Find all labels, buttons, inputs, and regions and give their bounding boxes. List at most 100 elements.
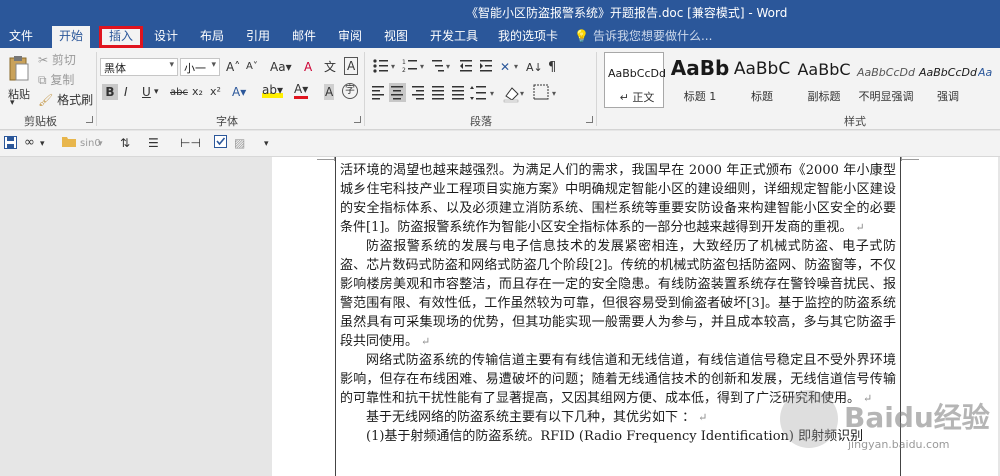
tab-layout[interactable]: 布局 [194, 26, 230, 48]
insert-row-icon[interactable]: ⊢⊣ [180, 135, 201, 151]
copy-button[interactable]: ⧉ 复制 [38, 72, 74, 88]
tab-developer[interactable]: 开发工具 [424, 26, 484, 48]
title-bar: 《智能小区防盗报警系统》开题报告.doc [兼容模式] - Word [0, 0, 1000, 22]
tab-review[interactable]: 审阅 [332, 26, 368, 48]
paragraph-mark-icon: ↵ [698, 411, 708, 424]
tab-insert[interactable]: 插入 [99, 26, 143, 48]
paragraph-mark-icon: ↵ [863, 392, 873, 405]
chevron-down-icon[interactable]: ▾ [98, 136, 103, 152]
styles-group-label: 样式 [844, 115, 866, 128]
paragraph-launcher-icon[interactable] [586, 116, 593, 123]
style-emphasis[interactable]: AaBbCcDd 强调 [916, 52, 977, 108]
distributed-icon [452, 86, 464, 100]
grow-font-button[interactable]: A˄ [226, 59, 240, 75]
clipboard-group-label: 剪贴板 [24, 115, 57, 128]
svg-text:▾: ▾ [514, 62, 518, 71]
tab-mailings[interactable]: 邮件 [286, 26, 322, 48]
style-sample: AaBbC [797, 60, 851, 79]
align-right-icon [412, 86, 424, 100]
style-sample: AaBbCcDd [608, 67, 666, 80]
phonetic-icon: 文 [324, 60, 337, 74]
svg-text:▾: ▾ [552, 89, 556, 98]
tell-me-box[interactable]: 💡 告诉我您想要做什么... [574, 27, 712, 44]
shading-icon [503, 87, 519, 103]
crop-mark [901, 159, 919, 160]
style-title[interactable]: AaBbC 标题 [730, 52, 790, 108]
font-size-select[interactable]: 小一 ▾ [180, 58, 220, 76]
bold-button[interactable]: B [102, 84, 118, 100]
cut-label: 剪切 [51, 53, 76, 67]
paragraph-text: 防盗报警系统的发展与电子信息技术的发展紧密相连，大致经历了机械式防盗、电子式防盗… [340, 239, 896, 349]
save-icon[interactable] [4, 136, 17, 153]
paragraph-mark-icon: ↵ [619, 91, 629, 104]
divider [364, 52, 365, 126]
style-subtitle[interactable]: AaBbC 副标题 [792, 52, 852, 108]
image-icon[interactable]: ▨ [234, 135, 245, 151]
superscript-button[interactable]: x² [210, 84, 221, 100]
svg-text:▾: ▾ [520, 89, 524, 98]
checkbox-icon[interactable] [214, 135, 227, 152]
subscript-button[interactable]: x₂ [192, 84, 203, 100]
font-family-value: 黑体 [104, 62, 126, 75]
style-normal[interactable]: AaBbCcDd ↵ 正文 [604, 52, 666, 108]
infinity-icon[interactable]: ∞ [24, 135, 35, 151]
tab-design[interactable]: 设计 [146, 26, 186, 48]
shrink-font-icon: A [246, 61, 253, 72]
paragraph-text: 网络式防盗系统的传输信道主要有有线信道和无线信道，有线信道信号稳定且不受外界环境… [340, 353, 896, 406]
enclose-char-button[interactable]: 字 [342, 83, 358, 99]
customize-qat-icon[interactable]: ▾ [264, 136, 269, 152]
phonetic-guide-button[interactable]: 文 [324, 59, 336, 75]
italic-button[interactable]: I [124, 84, 128, 100]
style-name-text: 正文 [632, 91, 655, 104]
underline-dropdown-icon[interactable]: ▾ [154, 84, 159, 100]
char-border-button[interactable]: A [344, 57, 359, 75]
change-case-button[interactable]: Aa▾ [270, 59, 292, 75]
change-case-icon: Aa [270, 60, 286, 74]
list-icon[interactable]: ☰ [148, 135, 159, 151]
format-painter-button[interactable]: 🖌 格式刷 [38, 92, 93, 108]
tab-my-tab[interactable]: 我的选项卡 [492, 26, 564, 48]
font-color-button[interactable]: A▾ [294, 82, 309, 99]
strikethrough-button[interactable]: abc [170, 85, 188, 101]
document-body[interactable]: 活环境的渴望也越来越强烈。为满足人们的需求，我国早在 2000 年正式颁布《20… [335, 157, 901, 476]
styles-gallery: AaBbCcDd ↵ 正文 AaBb 标题 1 AaBbC 标题 AaBbC 副… [600, 52, 1000, 128]
font-family-select[interactable]: 黑体 ▾ [100, 58, 178, 76]
chevron-down-icon[interactable]: ▾ [40, 136, 45, 152]
tab-home[interactable]: 开始 [52, 26, 90, 48]
shrink-font-button[interactable]: A˅ [246, 59, 258, 75]
char-shading-icon: A [325, 85, 334, 99]
tab-references[interactable]: 引用 [240, 26, 276, 48]
svg-text:▾: ▾ [490, 89, 494, 98]
font-group-label: 字体 [216, 115, 238, 128]
copy-label: 复制 [50, 73, 75, 87]
style-more[interactable]: Aa [978, 52, 1000, 108]
underline-button[interactable]: U [142, 84, 151, 100]
style-heading1[interactable]: AaBb 标题 1 [668, 52, 730, 108]
clipboard-launcher-icon[interactable] [86, 116, 93, 123]
crop-mark [317, 159, 335, 160]
paragraph-icons: ▾ 12 ▾ ▾ ✕ ▾ A↓ ¶ ▾ ▾ ▾ [372, 59, 556, 103]
char-border-icon: A [347, 59, 356, 73]
cut-button[interactable]: ✂ 剪切 [38, 52, 76, 68]
style-subtle-emphasis[interactable]: AaBbCcDd 不明显强调 [854, 52, 915, 108]
paste-button[interactable] [8, 54, 30, 84]
document-paragraph: 活环境的渴望也越来越强烈。为满足人们的需求，我国早在 2000 年正式颁布《20… [340, 161, 896, 237]
multilevel-list-icon [432, 60, 444, 72]
clear-format-button[interactable]: A [304, 59, 312, 75]
char-shading-button[interactable]: A [324, 84, 335, 100]
style-name: 不明显强调 [858, 90, 914, 103]
highlight-button[interactable]: ab▾ [262, 82, 284, 98]
paragraph-text: 基于无线网络的防盗系统主要有以下几种，其优劣如下 ： [366, 410, 696, 425]
ribbon-tabs: 文件 开始 插入 设计 布局 引用 邮件 审阅 视图 开发工具 我的选项卡 💡 告… [0, 22, 1000, 48]
text-direction-icon[interactable]: ⇅ [120, 135, 130, 151]
borders-icon [533, 84, 549, 100]
folder-icon[interactable] [62, 135, 76, 151]
text-effect-button[interactable]: A▾ [232, 84, 246, 100]
tab-file[interactable]: 文件 [0, 26, 42, 48]
style-name: ↵ 正文 [605, 89, 669, 105]
tab-view[interactable]: 视图 [378, 26, 414, 48]
paste-dropdown-icon[interactable]: ▾ [10, 98, 15, 108]
line-spacing-icon [470, 86, 486, 100]
paragraph-mark-icon: ↵ [421, 335, 431, 348]
font-launcher-icon[interactable] [354, 116, 361, 123]
